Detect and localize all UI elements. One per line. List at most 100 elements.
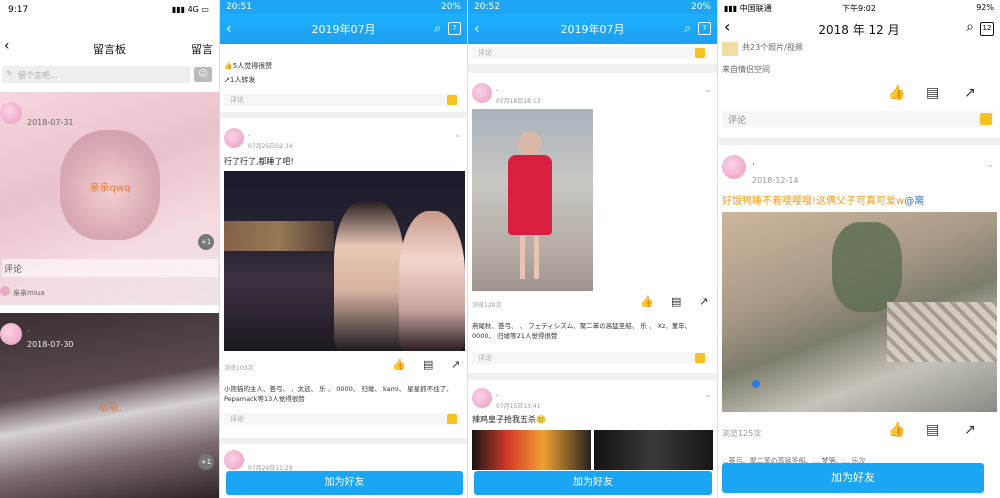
comment-field[interactable]: 评论	[472, 352, 708, 364]
avatar[interactable]	[224, 450, 244, 470]
gift-icon[interactable]	[980, 113, 992, 125]
share-icon[interactable]: ↗	[964, 85, 976, 101]
add-friend-button[interactable]: 加为好友	[722, 463, 984, 493]
post-photo[interactable]	[472, 430, 591, 470]
post-card: · 07月18日18:13 ⌄ 浏览120次 👍 ▤ ↗ 燕尾秋、荟弓、 、 フ…	[468, 73, 717, 373]
pencil-icon: ✎	[6, 69, 13, 78]
chevron-down-icon[interactable]: ⌄	[986, 160, 994, 170]
calendar-icon[interactable]: 12	[980, 22, 994, 36]
status-time: 下午9:02	[842, 4, 876, 13]
post-time: 07月25日02:34	[248, 143, 293, 150]
emoji-icon[interactable]: ☺	[194, 67, 212, 82]
gift-icon[interactable]	[447, 414, 457, 424]
message-date: 2018-07-31	[27, 118, 74, 127]
comment-field[interactable]: 评论	[224, 413, 460, 425]
avatar[interactable]	[0, 323, 22, 345]
views-count: 浏览125次	[722, 429, 762, 438]
album-info: 共23个照片/视频	[742, 43, 803, 52]
like-icon[interactable]: 👍	[888, 422, 905, 438]
post-author: ·	[496, 87, 499, 95]
like-icon[interactable]: 👍	[392, 358, 406, 371]
post-date: 2018-12-14	[752, 176, 799, 185]
chevron-down-icon[interactable]: ⌄	[454, 130, 461, 139]
comment-field[interactable]: 评论	[224, 94, 460, 106]
share-icon[interactable]: ↗	[451, 358, 460, 371]
chevron-down-icon[interactable]: ⌄	[704, 390, 711, 399]
message-date: 2018-07-30	[27, 340, 74, 349]
panel-july-feed-1: 20:51 20% ‹ 2019年07月 ⌕ 7 👍5人觉得很赞 ↗1人转发 评…	[220, 0, 468, 498]
like-icon[interactable]: 👍	[888, 85, 905, 101]
calendar-icon[interactable]: 7	[698, 22, 711, 35]
likers-list: 小熊猫的主人、荟弓、 、太远、 乐 、 0000、 归墟、 kami、 星星抓不…	[224, 385, 453, 403]
share-icon[interactable]: ↗	[699, 295, 708, 308]
plus-one-badge[interactable]: +1	[198, 454, 214, 470]
comment-field[interactable]: 评论	[722, 111, 994, 127]
gift-icon[interactable]	[695, 48, 705, 58]
mention-link[interactable]: @离	[904, 196, 924, 207]
post-photo[interactable]	[472, 109, 593, 291]
nav-bar: ‹ 2019年07月 ⌕ 7	[468, 14, 717, 44]
message-input[interactable]: ✎ 留个言吧...	[2, 66, 190, 83]
nav-bar: ‹ 2019年07月 ⌕ 7	[220, 14, 467, 44]
gift-icon[interactable]	[447, 95, 457, 105]
message-input-placeholder: 留个言吧...	[18, 71, 58, 80]
views-count: 浏览103次	[224, 365, 254, 372]
message-card: 2018-07-31 亲亲qwq +1 评论 亲亲miua	[0, 92, 219, 305]
status-signal: ▮▮▮ 4G ▭	[171, 5, 209, 14]
add-friend-button[interactable]: 加为好友	[226, 471, 463, 495]
comment-field[interactable]: 评论	[472, 47, 708, 59]
back-icon[interactable]: ‹	[226, 21, 232, 37]
message-text: 亲亲qwq	[89, 183, 131, 194]
author-avatar	[0, 286, 10, 296]
avatar[interactable]	[224, 128, 244, 148]
post-photo[interactable]	[722, 212, 997, 412]
comment-author: 亲亲miua	[13, 289, 45, 297]
page-title: 留言板	[93, 43, 126, 56]
comment-icon[interactable]: ▤	[423, 358, 433, 371]
post-time: 07月15日13:41	[496, 403, 541, 410]
avatar[interactable]	[472, 388, 492, 408]
calendar-icon[interactable]: 7	[448, 22, 461, 35]
chevron-down-icon[interactable]: ⌄	[704, 85, 711, 94]
post-author: ·	[248, 132, 251, 140]
battery-level: 20%	[440, 2, 461, 12]
share-icon[interactable]: ↗	[964, 422, 976, 438]
avatar[interactable]	[472, 83, 492, 103]
page-title: 2019年07月	[311, 23, 376, 36]
comment-icon[interactable]: ▤	[926, 422, 939, 438]
avatar[interactable]	[722, 155, 746, 179]
like-icon[interactable]: 👍	[640, 295, 654, 308]
leave-message-button[interactable]: 留言	[191, 41, 213, 57]
post-photo[interactable]	[224, 171, 465, 351]
message-card: · 2018-07-30 萌萌. +1	[0, 313, 219, 498]
post-text: 好饿鸭睡不着嘤嘤嘤!这俩父子可真可爱w@离	[722, 196, 925, 207]
panel-july-feed-2: 20:52 20% ‹ 2019年07月 ⌕ 7 评论 · 07月18日18:1…	[468, 0, 718, 498]
post-photo[interactable]	[594, 430, 713, 470]
panel-december-feed: ▮▮▮ 中国联通 下午9:02 92% ‹ 2018 年 12 月 ⌕ 12 共…	[718, 0, 1000, 498]
search-icon[interactable]: ⌕	[684, 21, 691, 36]
comment-field[interactable]: 评论	[2, 259, 218, 277]
add-friend-button[interactable]: 加为好友	[474, 471, 712, 495]
avatar[interactable]	[0, 102, 22, 124]
comment-icon[interactable]: ▤	[671, 295, 681, 308]
message-name: ·	[27, 327, 30, 336]
likes-count: 👍5人觉得很赞	[224, 62, 273, 70]
search-icon[interactable]: ⌕	[434, 21, 441, 36]
post-text: 辣鸡皇子抢我五杀🙂	[472, 415, 546, 424]
search-icon[interactable]: ⌕	[966, 19, 974, 35]
panel-message-board: 9:17 ▮▮▮ 4G ▭ ‹ 留言板 留言 ✎ 留个言吧... ☺ 2018-…	[0, 0, 220, 498]
message-text: 萌萌.	[98, 403, 122, 414]
post-author: ·	[752, 160, 755, 170]
status-time: 9:17	[8, 5, 29, 15]
divider	[718, 138, 1000, 145]
plus-one-badge[interactable]: +1	[198, 234, 214, 250]
gift-icon[interactable]	[695, 353, 705, 363]
back-icon[interactable]: ‹	[474, 21, 480, 37]
album-thumbnail[interactable]	[722, 42, 738, 56]
comment-icon[interactable]: ▤	[926, 85, 939, 101]
battery-level: 20%	[690, 2, 711, 12]
shares-count: ↗1人转发	[224, 76, 256, 84]
status-bar: 20:51 20%	[220, 0, 467, 14]
prev-post-footer: 👍5人觉得很赞 ↗1人转发 评论	[220, 44, 467, 112]
post-card: · 07月25日02:34 ⌄ 行了行了,都睡了吧! 浏览103次 👍 ▤ ↗ …	[220, 118, 467, 438]
